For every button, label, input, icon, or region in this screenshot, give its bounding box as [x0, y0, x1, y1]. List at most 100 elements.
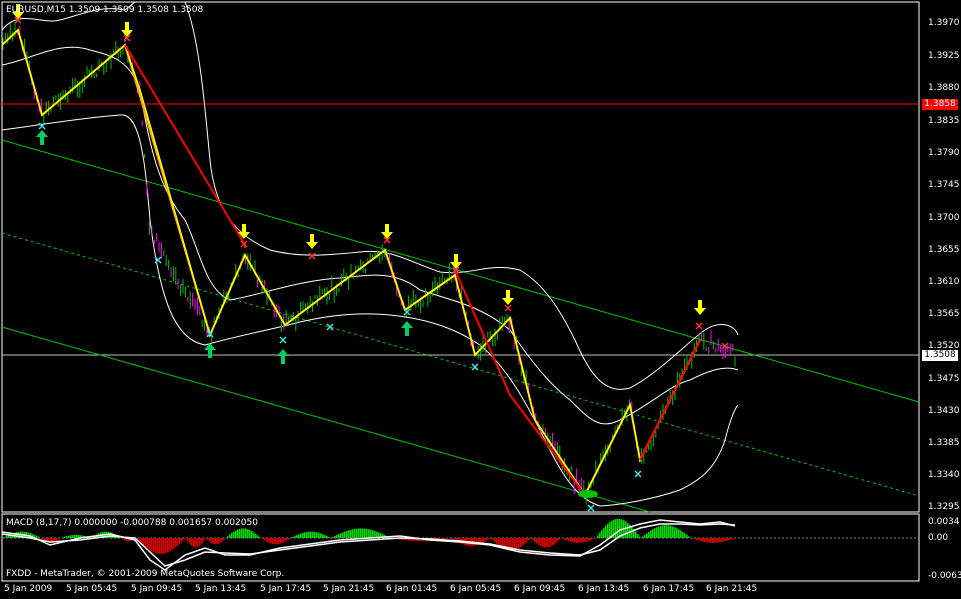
price-tick: 1.3970: [928, 18, 960, 28]
macd-bar: [145, 538, 147, 548]
macd-bar: [652, 529, 654, 538]
macd-bar: [670, 525, 672, 538]
macd-bar: [534, 538, 536, 542]
macd-bar: [235, 530, 237, 538]
macd-bar: [62, 537, 64, 538]
macd-bar: [181, 538, 183, 542]
symbol-header: EURUSD,M15 1.3509 1.3509 1.3508 1.3508: [6, 5, 204, 15]
macd-bar: [163, 538, 165, 554]
macd-bar: [217, 538, 219, 545]
macd-bar: [360, 528, 362, 538]
macd-bar: [730, 538, 732, 540]
macd-bar: [209, 538, 211, 542]
macd-bar: [678, 529, 680, 538]
macd-bar: [66, 536, 68, 538]
macd-bar: [582, 538, 584, 543]
macd-bar: [231, 533, 233, 538]
price-tick: 1.3835: [928, 116, 960, 126]
macd-bar: [712, 538, 714, 543]
macd-bar: [639, 536, 641, 538]
macd-bar: [590, 538, 592, 541]
macd-bar: [312, 531, 314, 538]
down-arrow-icon: [450, 254, 462, 269]
macd-bar: [223, 538, 225, 540]
macd-bar: [576, 538, 578, 543]
price-chart[interactable]: [0, 0, 961, 599]
time-tick: 6 Jan 09:45: [514, 584, 566, 594]
time-tick: 6 Jan 17:45: [643, 584, 695, 594]
macd-bar: [241, 528, 243, 538]
macd-bar: [177, 538, 179, 546]
macd-bar: [316, 532, 318, 538]
macd-bar: [676, 528, 678, 538]
red-cross-icon: [504, 304, 512, 312]
red-cross-icon: [695, 322, 703, 330]
macd-bar: [336, 535, 338, 538]
macd-bar: [207, 538, 209, 540]
macd-bar: [686, 534, 688, 538]
time-tick: 5 Jan 13:45: [195, 584, 247, 594]
macd-bar: [4, 536, 6, 538]
zigzag-red-line-3[interactable]: [639, 339, 701, 461]
macd-bar: [195, 538, 197, 548]
macd-bar: [364, 528, 366, 538]
macd-bar: [266, 538, 268, 542]
macd-bar: [344, 531, 346, 538]
macd-tick: 0.0034: [928, 517, 960, 527]
macd-bar: [143, 538, 145, 546]
macd-bar: [444, 538, 446, 539]
macd-bar: [520, 538, 522, 548]
macd-bar: [658, 526, 660, 538]
macd-bar: [56, 538, 58, 541]
macd-bar: [496, 538, 498, 544]
macd-bar: [348, 530, 350, 538]
channel-upper-line[interactable]: [1, 139, 920, 403]
macd-bar: [554, 538, 556, 544]
macd-bar: [637, 534, 639, 538]
macd-bar: [698, 538, 700, 541]
macd-bar: [625, 521, 627, 538]
macd-bar: [64, 536, 66, 538]
macd-bar: [518, 538, 520, 549]
macd-bar: [201, 538, 203, 544]
macd-bar: [546, 538, 548, 548]
macd-bar: [540, 538, 542, 547]
macd-bar: [264, 538, 266, 541]
low-marker-blob: [578, 490, 598, 498]
macd-bar: [233, 531, 235, 538]
zigzag-red-line-2[interactable]: [454, 269, 586, 496]
macd-bar: [153, 538, 155, 553]
macd-bar: [147, 538, 149, 549]
macd-bar: [550, 538, 552, 547]
macd-bar: [494, 538, 496, 542]
macd-bar: [286, 538, 288, 541]
hline-price-tag: 1.3858: [922, 99, 958, 110]
macd-bar: [664, 525, 666, 538]
macd-bar: [682, 531, 684, 538]
macd-bar: [486, 538, 488, 541]
macd-bar: [556, 538, 558, 542]
macd-bar: [484, 538, 486, 542]
macd-bar: [370, 529, 372, 538]
macd-bar: [536, 538, 538, 544]
zigzag-yellow-line[interactable]: [1, 28, 701, 497]
macd-bar: [157, 538, 159, 554]
macd-bar: [660, 525, 662, 538]
up-arrow-icon: [36, 130, 48, 145]
macd-bar: [488, 538, 490, 540]
macd-bar: [526, 538, 528, 542]
macd-bar: [203, 538, 205, 541]
macd-bar: [167, 538, 169, 553]
macd-bar: [314, 531, 316, 538]
time-tick: 5 Jan 17:45: [260, 584, 312, 594]
macd-bar: [366, 528, 368, 538]
macd-bar: [597, 535, 599, 538]
macd-bar: [586, 538, 588, 542]
zigzag-orange-line[interactable]: [1, 28, 701, 497]
macd-bar: [268, 538, 270, 543]
macd-bar: [722, 538, 724, 542]
macd-bar: [70, 535, 72, 538]
zigzag-red-line[interactable]: [124, 44, 246, 248]
macd-bar: [338, 534, 340, 538]
macd-bar: [566, 538, 568, 541]
